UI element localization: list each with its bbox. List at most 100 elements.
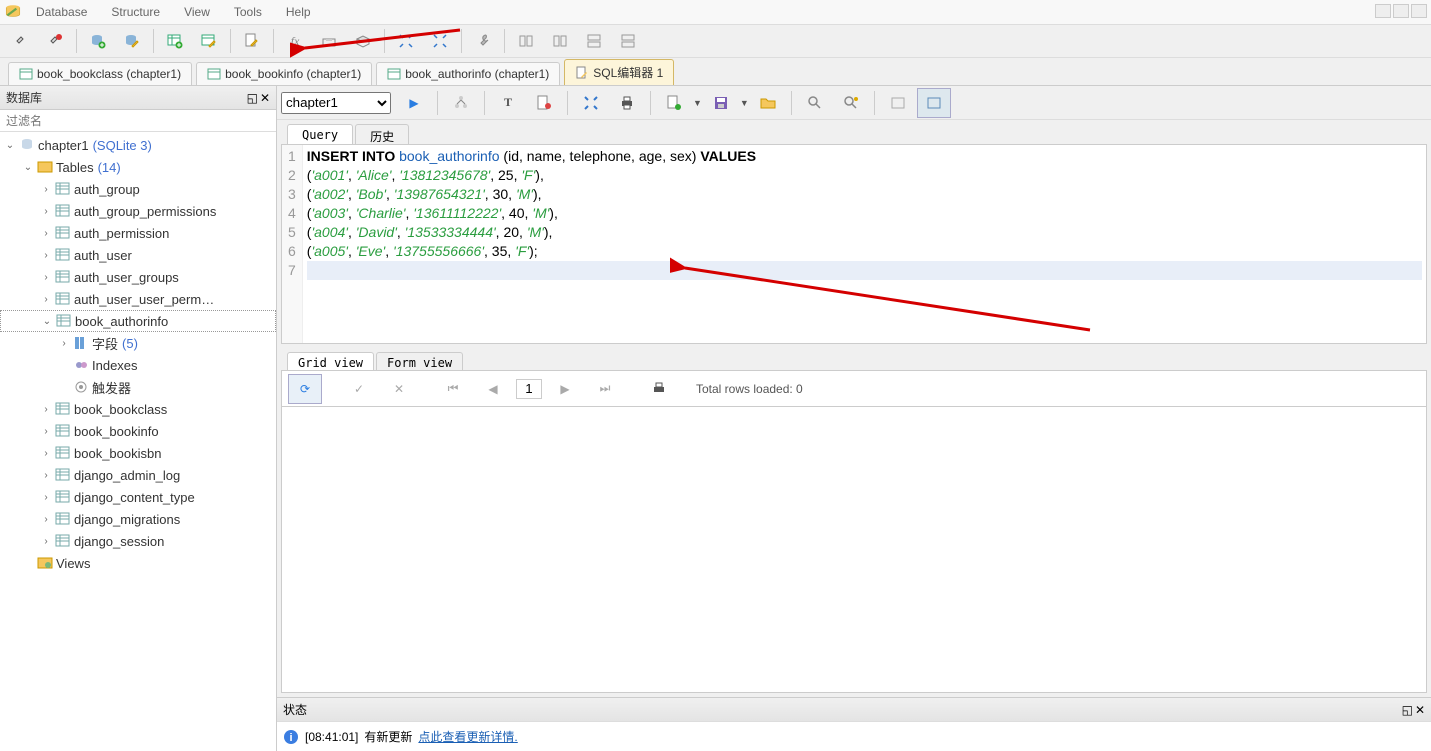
result-print-button[interactable] bbox=[642, 374, 676, 404]
tree-table-row[interactable]: › book_bookisbn bbox=[0, 442, 276, 464]
chevron-right-icon[interactable]: › bbox=[40, 250, 52, 261]
chevron-right-icon[interactable]: › bbox=[40, 426, 52, 437]
search-button[interactable] bbox=[798, 88, 832, 118]
edit-table-button[interactable] bbox=[192, 26, 226, 56]
tree-table-row[interactable]: › book_bookclass bbox=[0, 398, 276, 420]
chevron-icon[interactable]: › bbox=[58, 338, 70, 349]
tree-table-row[interactable]: › auth_user bbox=[0, 244, 276, 266]
menu-view[interactable]: View bbox=[172, 5, 222, 19]
chevron-right-icon[interactable]: › bbox=[40, 448, 52, 459]
tree-table-row[interactable]: › django_admin_log bbox=[0, 464, 276, 486]
tree-columns-row[interactable]: › 字段 (5) bbox=[0, 332, 276, 354]
tree-table-row[interactable]: › book_bookinfo bbox=[0, 420, 276, 442]
first-page-button[interactable]: ⏮ bbox=[436, 374, 470, 404]
chevron-down-icon[interactable]: ⌄ bbox=[22, 162, 34, 173]
tree-table-row[interactable]: › auth_user_user_perm… bbox=[0, 288, 276, 310]
tree-indexes-row[interactable]: Indexes bbox=[0, 354, 276, 376]
chevron-down-icon[interactable]: ⌄ bbox=[4, 140, 16, 151]
fx-button[interactable]: fx bbox=[278, 26, 312, 56]
chevron-right-icon[interactable]: › bbox=[40, 470, 52, 481]
tab-authorinfo[interactable]: book_authorinfo (chapter1) bbox=[376, 62, 560, 85]
edit-db-button[interactable] bbox=[115, 26, 149, 56]
tree-table-row[interactable]: › auth_group_permissions bbox=[0, 200, 276, 222]
chevron-right-icon[interactable]: ⌄ bbox=[41, 316, 53, 327]
chevron-right-icon[interactable]: › bbox=[40, 206, 52, 217]
tab-bookinfo[interactable]: book_bookinfo (chapter1) bbox=[196, 62, 372, 85]
chevron-right-icon[interactable]: › bbox=[40, 404, 52, 415]
wrench-button[interactable] bbox=[466, 26, 500, 56]
layout-2-button[interactable] bbox=[543, 26, 577, 56]
zoom-fit-button[interactable] bbox=[389, 26, 423, 56]
explain-button[interactable] bbox=[444, 88, 478, 118]
tab-grid-view[interactable]: Grid view bbox=[287, 352, 374, 370]
tree-table-row[interactable]: › django_session bbox=[0, 530, 276, 552]
tab-form-view[interactable]: Form view bbox=[376, 352, 463, 370]
tree-table-row[interactable]: › django_migrations bbox=[0, 508, 276, 530]
sidebar-close-icon[interactable]: ✕ bbox=[260, 91, 270, 105]
window-max[interactable] bbox=[1393, 4, 1409, 18]
sql-editor[interactable]: 1234567 INSERT INTO book_authorinfo (id,… bbox=[281, 144, 1427, 344]
menu-structure[interactable]: Structure bbox=[99, 5, 172, 19]
layout-1-button[interactable] bbox=[509, 26, 543, 56]
save-button[interactable] bbox=[704, 88, 738, 118]
execute-button[interactable]: ▶ bbox=[397, 88, 431, 118]
filter-input[interactable] bbox=[0, 110, 276, 131]
load-button[interactable] bbox=[657, 88, 691, 118]
disconnect-db-button[interactable] bbox=[38, 26, 72, 56]
tab-bookclass[interactable]: book_bookclass (chapter1) bbox=[8, 62, 192, 85]
window-close[interactable] bbox=[1411, 4, 1427, 18]
export-button[interactable] bbox=[312, 26, 346, 56]
chevron-right-icon[interactable]: › bbox=[40, 492, 52, 503]
panel-full-button[interactable] bbox=[917, 88, 951, 118]
layout-4-button[interactable] bbox=[611, 26, 645, 56]
refresh-button[interactable]: ⟳ bbox=[288, 374, 322, 404]
tab-sqleditor[interactable]: SQL编辑器 1 bbox=[564, 59, 674, 85]
tree-table-row[interactable]: › auth_permission bbox=[0, 222, 276, 244]
tree-triggers-row[interactable]: 触发器 bbox=[0, 376, 276, 398]
commit-button[interactable]: ✓ bbox=[342, 374, 376, 404]
format-button[interactable]: T bbox=[491, 88, 525, 118]
add-db-button[interactable] bbox=[81, 26, 115, 56]
tree-views-row[interactable]: Views bbox=[0, 552, 276, 574]
dropdown-arrow[interactable]: ▼ bbox=[693, 98, 702, 108]
connect-db-button[interactable] bbox=[4, 26, 38, 56]
layout-3-button[interactable] bbox=[577, 26, 611, 56]
open-button[interactable] bbox=[751, 88, 785, 118]
next-page-button[interactable]: ▶ bbox=[548, 374, 582, 404]
import-button[interactable] bbox=[346, 26, 380, 56]
chevron-right-icon[interactable]: › bbox=[40, 514, 52, 525]
window-min[interactable] bbox=[1375, 4, 1391, 18]
status-close-icon[interactable]: ✕ bbox=[1415, 703, 1425, 717]
last-page-button[interactable]: ⏭ bbox=[588, 374, 622, 404]
sidebar-undock-icon[interactable]: ◱ bbox=[247, 91, 258, 105]
chevron-right-icon[interactable]: › bbox=[40, 228, 52, 239]
chevron-right-icon[interactable]: › bbox=[40, 272, 52, 283]
result-grid[interactable] bbox=[281, 406, 1427, 693]
new-table-button[interactable] bbox=[158, 26, 192, 56]
history-button[interactable] bbox=[574, 88, 608, 118]
page-input[interactable] bbox=[516, 379, 542, 399]
rollback-button[interactable]: ✕ bbox=[382, 374, 416, 404]
clear-button[interactable] bbox=[527, 88, 561, 118]
status-link[interactable]: 点此查看更新详情. bbox=[418, 728, 517, 745]
tab-history[interactable]: 历史 bbox=[355, 124, 409, 144]
tree-table-row[interactable]: › django_content_type bbox=[0, 486, 276, 508]
tree-table-row[interactable]: › auth_group bbox=[0, 178, 276, 200]
menu-tools[interactable]: Tools bbox=[222, 5, 274, 19]
print-button[interactable] bbox=[610, 88, 644, 118]
prev-page-button[interactable]: ◀ bbox=[476, 374, 510, 404]
tree-table-row[interactable]: › auth_user_groups bbox=[0, 266, 276, 288]
sql-editor-button[interactable] bbox=[235, 26, 269, 56]
search-settings-button[interactable] bbox=[834, 88, 868, 118]
tree-db-row[interactable]: ⌄ chapter1 (SQLite 3) bbox=[0, 134, 276, 156]
chevron-right-icon[interactable]: › bbox=[40, 294, 52, 305]
menu-help[interactable]: Help bbox=[274, 5, 323, 19]
code-area[interactable]: INSERT INTO book_authorinfo (id, name, t… bbox=[303, 145, 1426, 343]
menu-database[interactable]: Database bbox=[24, 5, 99, 19]
tree-tables-row[interactable]: ⌄ Tables (14) bbox=[0, 156, 276, 178]
chevron-right-icon[interactable]: › bbox=[40, 536, 52, 547]
db-selector[interactable]: chapter1 bbox=[281, 92, 391, 114]
tree-table-row[interactable]: ⌄ book_authorinfo bbox=[0, 310, 276, 332]
zoom-expand-button[interactable] bbox=[423, 26, 457, 56]
status-undock-icon[interactable]: ◱ bbox=[1402, 703, 1413, 717]
